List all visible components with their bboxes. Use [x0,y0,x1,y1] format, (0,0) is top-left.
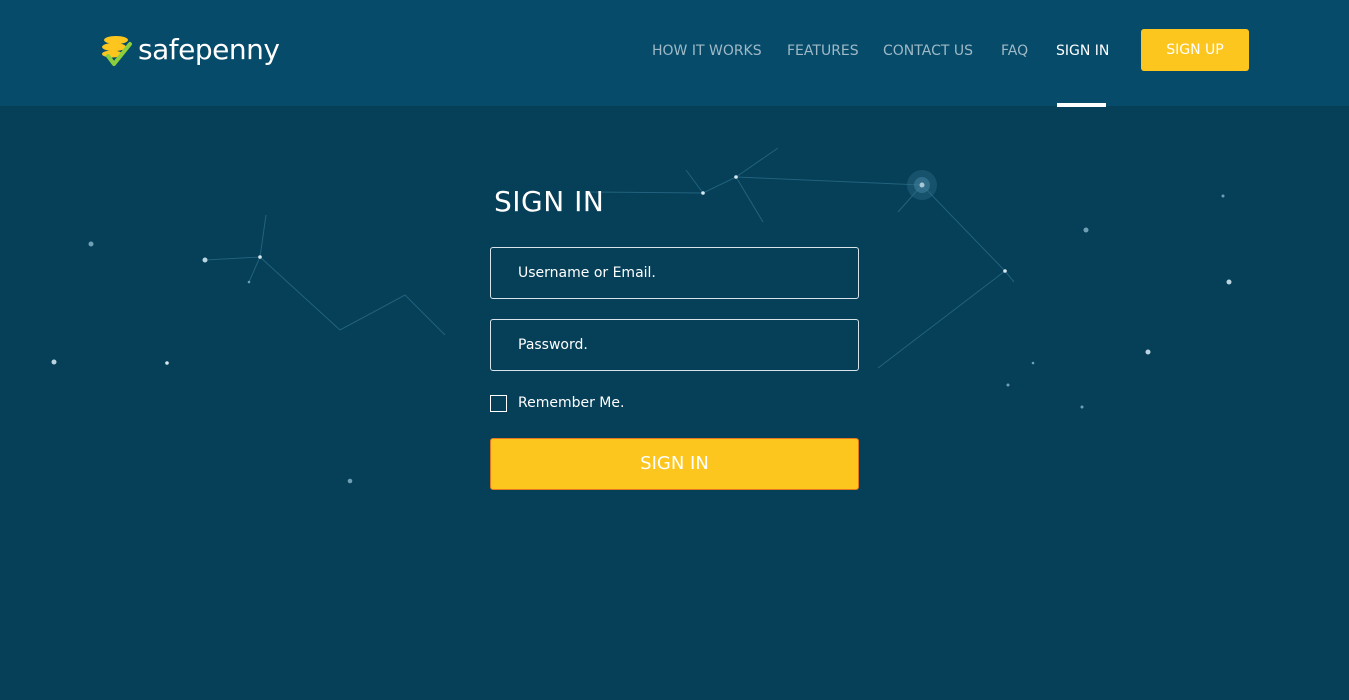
remember-me-row: Remember Me. [490,393,624,413]
username-email-input[interactable] [490,247,859,299]
top-navbar: safepenny HOW IT WORKS FEATURES CONTACT … [0,0,1349,106]
safepenny-coin-check-icon [102,36,132,66]
safepenny-logo[interactable]: safepenny [100,30,280,70]
nav-item-contact-us[interactable]: CONTACT US [883,40,973,62]
nav-item-features[interactable]: FEATURES [787,40,859,62]
nav-item-how-it-works[interactable]: HOW IT WORKS [652,40,762,62]
page-title: SIGN IN [494,185,605,218]
sign-in-submit-button[interactable]: SIGN IN [490,438,859,490]
brand-name: safepenny [138,33,280,66]
password-input[interactable] [490,319,859,371]
remember-me-checkbox[interactable] [490,394,507,412]
sign-up-button[interactable]: SIGN UP [1141,29,1249,71]
remember-me-label[interactable]: Remember Me. [518,393,624,413]
nav-item-sign-in[interactable]: SIGN IN [1056,40,1109,62]
signin-page: safepenny HOW IT WORKS FEATURES CONTACT … [0,0,1349,700]
active-nav-indicator [1057,103,1106,107]
nav-item-faq[interactable]: FAQ [1001,40,1028,62]
